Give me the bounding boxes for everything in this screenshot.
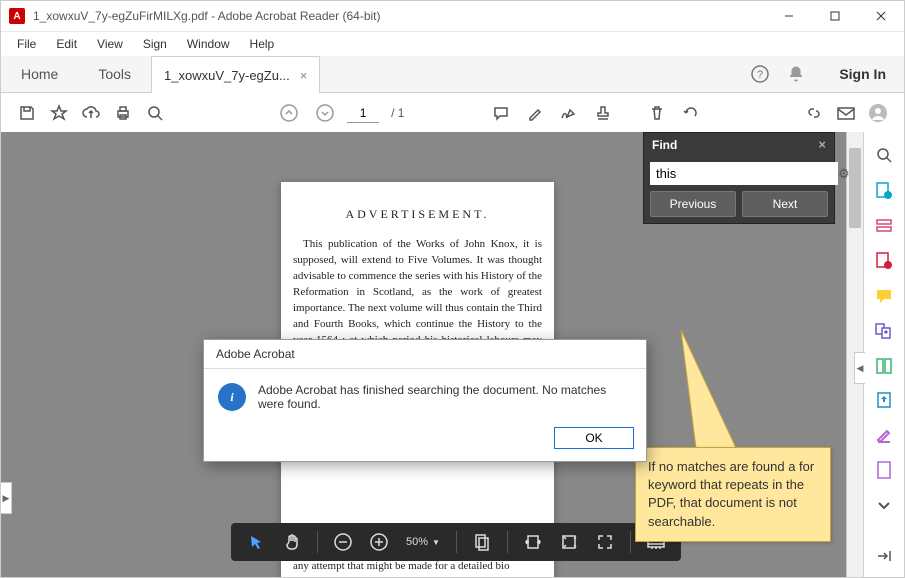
minimize-button[interactable]	[766, 1, 812, 31]
tab-tools[interactable]: Tools	[78, 56, 151, 92]
edit-pdf-icon[interactable]	[873, 217, 895, 236]
main-toolbar: / 1	[1, 93, 904, 134]
fit-visible-icon[interactable]	[554, 527, 584, 557]
find-title: Find	[652, 138, 677, 152]
signature-icon[interactable]	[555, 99, 583, 127]
close-window-button[interactable]	[858, 1, 904, 31]
menu-file[interactable]: File	[7, 34, 46, 54]
bell-icon[interactable]	[787, 65, 805, 83]
star-icon[interactable]	[45, 99, 73, 127]
search-right-icon[interactable]	[873, 146, 895, 165]
trash-icon[interactable]	[643, 99, 671, 127]
create-pdf-icon[interactable]: +	[873, 251, 895, 271]
more-tools-icon[interactable]	[873, 496, 895, 515]
tab-close-icon[interactable]: ×	[300, 68, 308, 83]
svg-text:?: ?	[757, 69, 763, 81]
callout-tail	[666, 330, 746, 460]
cloud-upload-icon[interactable]	[77, 99, 105, 127]
zoom-out-icon[interactable]	[328, 527, 358, 557]
stamp-icon[interactable]	[589, 99, 617, 127]
left-panel-toggle[interactable]: ▶	[1, 482, 12, 514]
app-icon: A	[9, 8, 25, 24]
menu-window[interactable]: Window	[177, 34, 240, 54]
page-up-icon[interactable]	[275, 99, 303, 127]
save-icon[interactable]	[13, 99, 41, 127]
dialog-ok-button[interactable]: OK	[554, 427, 634, 449]
menu-view[interactable]: View	[87, 34, 133, 54]
mail-icon[interactable]	[832, 99, 860, 127]
menu-edit[interactable]: Edit	[46, 34, 87, 54]
dialog-message: Adobe Acrobat has finished searching the…	[258, 383, 632, 411]
hand-tool-icon[interactable]	[277, 527, 307, 557]
rotate-icon[interactable]	[677, 99, 705, 127]
sign-tool-icon[interactable]	[873, 425, 895, 444]
page-number-input[interactable]	[347, 104, 379, 123]
menu-sign[interactable]: Sign	[133, 34, 177, 54]
panel-collapse-icon[interactable]	[873, 547, 895, 566]
find-panel: Find × ⚙ Previous Next	[643, 132, 835, 224]
right-panel-toggle[interactable]: ◀	[854, 352, 865, 384]
zoom-level[interactable]: 50%▼	[400, 536, 446, 548]
scrollbar-thumb[interactable]	[849, 148, 861, 228]
tab-home[interactable]: Home	[1, 56, 78, 92]
tab-document-label: 1_xowxuV_7y-egZu...	[164, 68, 290, 83]
page-heading: ADVERTISEMENT.	[293, 206, 542, 223]
find-next-button[interactable]: Next	[742, 191, 828, 217]
profile-icon[interactable]	[864, 99, 892, 127]
print-icon[interactable]	[109, 99, 137, 127]
sign-in-button[interactable]: Sign In	[821, 56, 904, 92]
fit-width-icon[interactable]	[518, 527, 548, 557]
dialog-title: Adobe Acrobat	[204, 340, 646, 369]
page-total: / 1	[391, 106, 404, 120]
window-title: 1_xowxuV_7y-egZuFirMILXg.pdf - Adobe Acr…	[33, 9, 766, 23]
export-pdf-icon[interactable]: +	[873, 181, 895, 201]
fit-page-icon[interactable]	[467, 527, 497, 557]
search-icon[interactable]	[141, 99, 169, 127]
zoom-in-icon[interactable]	[364, 527, 394, 557]
combine-icon[interactable]	[873, 322, 895, 341]
svg-text:+: +	[886, 193, 890, 200]
right-tools-panel: + + ◀	[863, 132, 904, 577]
highlight-icon[interactable]	[521, 99, 549, 127]
find-previous-button[interactable]: Previous	[650, 191, 736, 217]
comment-tool-icon[interactable]	[873, 287, 895, 306]
find-close-icon[interactable]: ×	[818, 137, 826, 152]
fullscreen-icon[interactable]	[590, 527, 620, 557]
link-icon[interactable]	[800, 99, 828, 127]
maximize-button[interactable]	[812, 1, 858, 31]
organize-icon[interactable]	[873, 356, 895, 375]
page-down-icon[interactable]	[311, 99, 339, 127]
tabs-row: Home Tools 1_xowxuV_7y-egZu... × ? Sign …	[1, 56, 904, 93]
menu-bar: File Edit View Sign Window Help	[1, 32, 904, 56]
find-input[interactable]	[650, 162, 838, 185]
tab-document[interactable]: 1_xowxuV_7y-egZu... ×	[151, 56, 320, 93]
menu-help[interactable]: Help	[240, 34, 285, 54]
help-icon[interactable]: ?	[751, 65, 769, 83]
callout-text: If no matches are found a for keyword th…	[648, 459, 814, 529]
floating-toolbar: 50%▼	[231, 523, 681, 561]
search-complete-dialog: Adobe Acrobat i Adobe Acrobat has finish…	[203, 339, 647, 462]
compress-icon[interactable]	[873, 391, 895, 410]
comment-icon[interactable]	[487, 99, 515, 127]
app-window: A 1_xowxuV_7y-egZuFirMILXg.pdf - Adobe A…	[0, 0, 905, 578]
cursor-tool-icon[interactable]	[241, 527, 271, 557]
annotation-callout: If no matches are found a for keyword th…	[635, 447, 831, 542]
convert-icon[interactable]	[873, 460, 895, 480]
info-icon: i	[218, 383, 246, 411]
svg-text:+: +	[886, 263, 890, 270]
find-settings-icon[interactable]: ⚙	[838, 166, 850, 182]
titlebar: A 1_xowxuV_7y-egZuFirMILXg.pdf - Adobe A…	[1, 1, 904, 32]
